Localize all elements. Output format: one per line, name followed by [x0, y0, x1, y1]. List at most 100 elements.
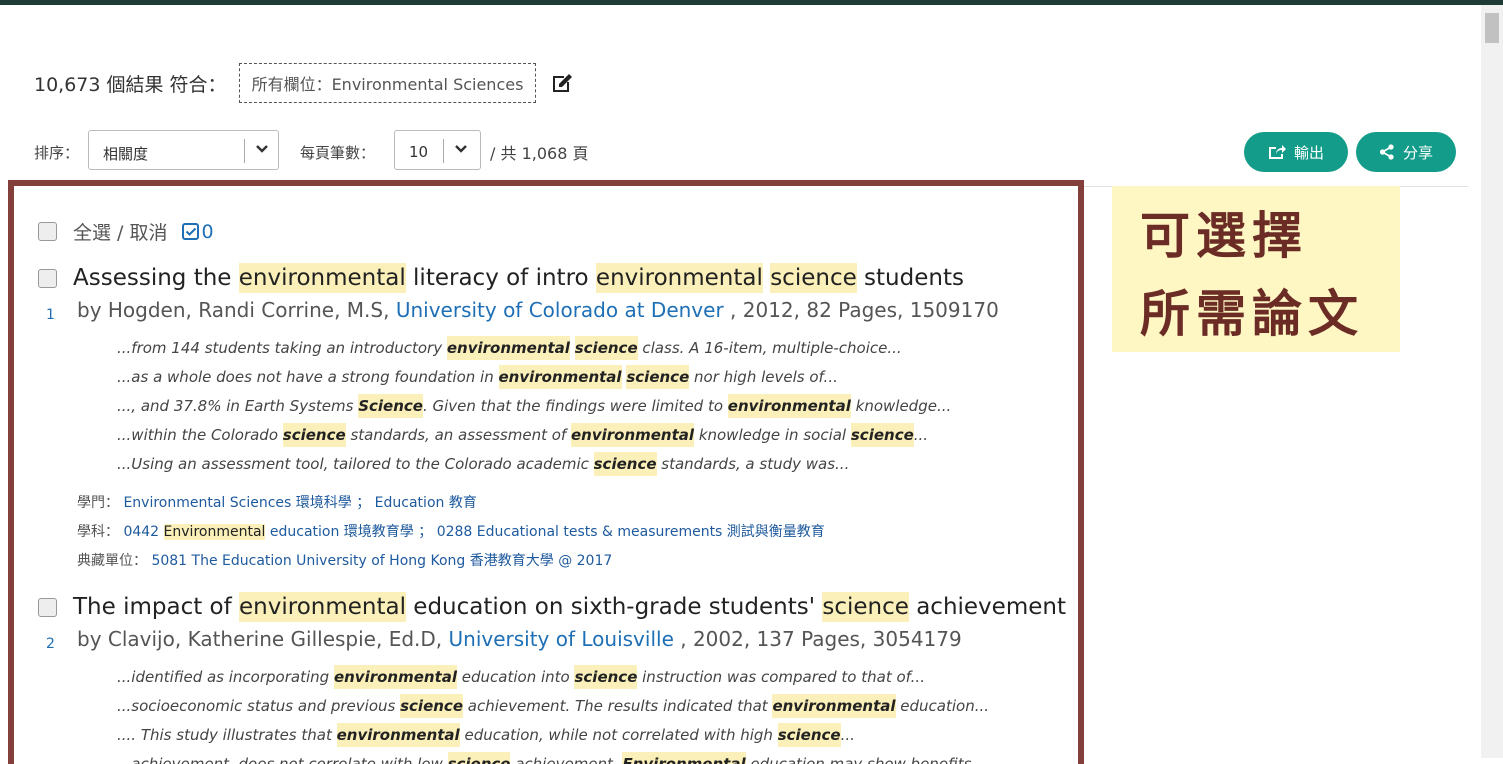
text-segment: achievement [908, 594, 1066, 620]
result-number: 1 [46, 307, 55, 323]
keyword-highlight: environmental [239, 592, 406, 622]
sort-select[interactable]: 相關度 [88, 130, 279, 170]
text-segment: class. A 16-item, multiple-choice... [637, 339, 902, 357]
keyword-highlight: Environmental [622, 752, 746, 764]
result-title[interactable]: The impact of environmental education on… [73, 592, 1066, 622]
snippet-list: ...identified as incorporating environme… [117, 663, 989, 764]
result-author: by Clavijo, Katherine Gillespie, Ed.D, [77, 627, 449, 651]
select-all-checkbox[interactable] [38, 222, 57, 241]
chevron-down-icon [455, 145, 467, 153]
keyword-highlight: science [777, 723, 841, 747]
sort-value: 相關度 [103, 145, 149, 163]
result-title[interactable]: Assessing the environmental literacy of … [73, 263, 964, 293]
keyword-highlight: environmental [336, 723, 460, 747]
share-icon [1379, 144, 1394, 160]
keyword-highlight: environmental [446, 336, 570, 360]
sort-label: 排序： [34, 144, 80, 162]
per-page-value: 10 [409, 143, 429, 161]
keyword-highlight: science [593, 452, 657, 476]
result-byline: by Clavijo, Katherine Gillespie, Ed.D, U… [77, 627, 962, 651]
holding-institution[interactable]: 典藏單位： 5081 The Education University of H… [77, 550, 612, 570]
snippet: ...identified as incorporating environme… [117, 663, 989, 692]
meta-value: Environmental Sciences 環境科學 ； Education … [123, 495, 477, 511]
text-segment: ... [840, 726, 855, 744]
text-segment: education... [895, 697, 990, 715]
text-segment: standards, a study was... [656, 455, 850, 473]
meta-value: 5081 The Education University of Hong Ko… [151, 553, 613, 569]
subject-discipline[interactable]: 學科： 0442 Environmental education 環境教育學 ；… [77, 521, 825, 541]
keyword-highlight: environmental [333, 665, 458, 689]
keyword-highlight: environmental [727, 394, 851, 418]
page-total: / 共 1,068 頁 [490, 144, 589, 163]
meta-value: education 環境教育學 ； 0288 Educational tests… [265, 524, 825, 540]
result-author: by Hogden, Randi Corrine, M.S, [77, 298, 396, 322]
text-segment: achievement. [510, 755, 623, 764]
text-segment: knowledge... [850, 397, 952, 415]
snippet: ...achievement, does not correlate with … [117, 750, 989, 764]
share-button[interactable]: 分享 [1356, 132, 1456, 172]
keyword-highlight: Science [358, 394, 423, 418]
text-segment: Assessing the [73, 265, 239, 291]
keyword-highlight: science [282, 423, 346, 447]
keyword-highlight: environmental [570, 423, 695, 447]
result-university[interactable]: University of Louisville [449, 627, 674, 651]
result-number: 2 [46, 636, 55, 652]
snippet: ...within the Colorado science standards… [117, 421, 951, 450]
text-segment: ...within the Colorado [117, 426, 283, 444]
snippet: ..., and 37.8% in Earth Systems Science.… [117, 392, 951, 421]
result-count: 10,673 個結果 符合： [34, 73, 227, 96]
keyword-highlight: science [400, 694, 463, 718]
snippet: ...Using an assessment tool, tailored to… [117, 450, 951, 479]
sort-toolbar: 排序： 相關度 每頁筆數： 10 / 共 1,068 頁 輸出 分享 [34, 130, 1474, 172]
export-icon [1268, 145, 1286, 159]
text-segment: ...achievement, does not correlate with … [117, 755, 448, 764]
text-segment: 學科： [77, 524, 124, 540]
keyword-highlight: environmental [238, 263, 406, 293]
result-university[interactable]: University of Colorado at Denver [396, 298, 724, 322]
keyword-highlight: science [574, 336, 638, 360]
select-all-label: 全選 / 取消 [73, 222, 168, 244]
result-checkbox[interactable] [38, 268, 57, 288]
result-checkbox[interactable] [38, 597, 57, 617]
checkbox-icon [182, 222, 200, 240]
result-item: The impact of environmental education on… [38, 589, 1078, 764]
keyword-highlight: environmental [595, 263, 763, 293]
edit-icon[interactable] [550, 71, 574, 95]
text-segment: . Given that the findings were limited t… [422, 397, 728, 415]
page-scrollbar[interactable] [1481, 5, 1503, 758]
top-bar [0, 0, 1503, 5]
text-segment: literacy of intro [405, 265, 596, 291]
text-segment: education into [457, 668, 575, 686]
annotation-line-2: 所需論文 [1140, 284, 1364, 343]
result-item: Assessing the environmental literacy of … [38, 260, 1078, 569]
text-segment: ..., and 37.8% in Earth Systems [117, 397, 359, 415]
per-page-select[interactable]: 10 [394, 130, 481, 170]
text-segment: students [856, 265, 964, 291]
subject-field[interactable]: 學門： Environmental Sciences 環境科學 ； Educat… [77, 492, 477, 512]
text-segment: instruction was compared to that of... [637, 668, 925, 686]
query-box[interactable]: 所有欄位：Environmental Sciences [238, 63, 537, 103]
selected-count[interactable]: 0 [181, 221, 214, 243]
text-segment: ...Using an assessment tool, tailored to… [117, 455, 594, 473]
text-segment: ...identified as incorporating [117, 668, 334, 686]
text-segment: standards, an assessment of [345, 426, 571, 444]
result-details: , 2012, 82 Pages, 1509170 [723, 298, 999, 322]
keyword-highlight: science [770, 263, 857, 293]
annotation-note: 可選擇 所需論文 [1112, 186, 1400, 352]
result-byline: by Hogden, Randi Corrine, M.S, Universit… [77, 298, 999, 322]
text-segment: ...as a whole does not have a strong fou… [117, 368, 499, 386]
keyword-highlight: science [822, 592, 909, 622]
text-segment: education may show benefits... [745, 755, 986, 764]
keyword-highlight: environmental [772, 694, 896, 718]
keyword-highlight: Environmental [163, 524, 266, 540]
text-segment: The impact of [73, 594, 240, 620]
text-segment: ...socioeconomic status and previous [117, 697, 401, 715]
export-button[interactable]: 輸出 [1244, 132, 1348, 172]
scrollbar-thumb[interactable] [1485, 13, 1499, 43]
select-all[interactable]: 全選 / 取消 0 [38, 218, 214, 245]
keyword-highlight: science [626, 365, 690, 389]
snippet: .... This study illustrates that environ… [117, 721, 989, 750]
share-label: 分享 [1402, 143, 1433, 162]
text-segment: ... [913, 426, 929, 444]
keyword-highlight: science [850, 423, 914, 447]
